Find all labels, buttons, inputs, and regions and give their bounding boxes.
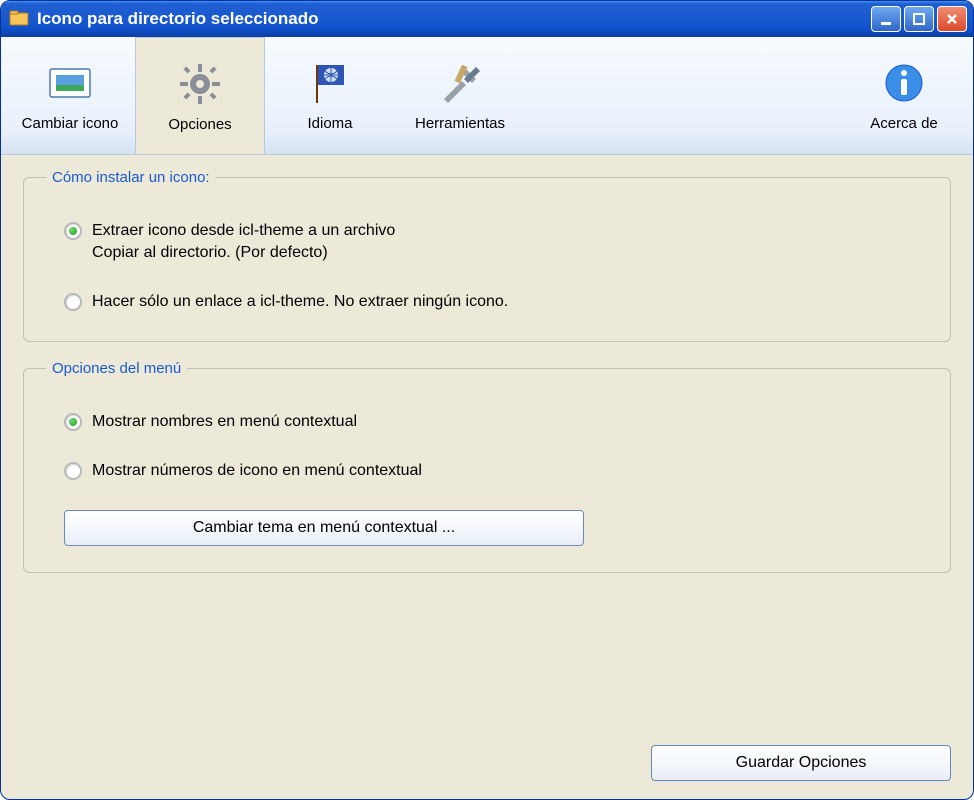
change-theme-button[interactable]: Cambiar tema en menú contextual ... [64,510,584,546]
application-window: Icono para directorio seleccionado Cambi… [0,0,974,800]
radio-icon [64,293,82,311]
footer: Guardar Opciones [1,745,973,799]
group-legend: Cómo instalar un icono: [46,169,216,186]
minimize-icon [879,12,893,26]
menu-options-group: Opciones del menú Mostrar nombres en men… [23,360,951,573]
app-icon [9,9,29,29]
radio-extract-option[interactable]: Extraer icono desde icl-theme a un archi… [64,220,928,263]
radio-show-numbers[interactable]: Mostrar números de icono en menú context… [64,460,928,482]
radio-label: Hacer sólo un enlace a icl-theme. No ext… [92,291,508,313]
save-options-button[interactable]: Guardar Opciones [651,745,951,781]
info-icon [880,59,928,107]
radio-label: Mostrar números de icono en menú context… [92,460,422,482]
tab-about[interactable]: Acerca de [839,37,969,154]
radio-icon [64,413,82,431]
flag-globe-icon [306,59,354,107]
radio-icon [64,462,82,480]
window-title: Icono para directorio seleccionado [37,9,871,29]
tab-language[interactable]: Idioma [265,37,395,154]
close-icon [945,12,959,26]
picture-icon [46,59,94,107]
install-icon-group: Cómo instalar un icono: Extraer icono de… [23,169,951,342]
radio-icon [64,222,82,240]
tab-change-icon[interactable]: Cambiar icono [5,37,135,154]
tools-icon [436,59,484,107]
titlebar: Icono para directorio seleccionado [1,1,973,37]
radio-show-names[interactable]: Mostrar nombres en menú contextual [64,411,928,433]
content-area: Cómo instalar un icono: Extraer icono de… [1,155,973,745]
gear-icon [176,60,224,108]
close-button[interactable] [937,6,967,32]
radio-link-option[interactable]: Hacer sólo un enlace a icl-theme. No ext… [64,291,928,313]
window-controls [871,6,967,32]
toolbar: Cambiar icono Opciones Idioma Herramient… [1,37,973,155]
radio-label: Mostrar nombres en menú contextual [92,411,357,433]
tab-label: Acerca de [870,115,938,132]
tab-tools[interactable]: Herramientas [395,37,525,154]
maximize-icon [912,12,926,26]
group-legend: Opciones del menú [46,360,187,377]
tab-label: Herramientas [415,115,505,132]
tab-label: Opciones [168,116,231,133]
toolbar-spacer [525,37,839,154]
minimize-button[interactable] [871,6,901,32]
tab-label: Cambiar icono [22,115,119,132]
tab-options[interactable]: Opciones [135,37,265,154]
tab-label: Idioma [307,115,352,132]
maximize-button[interactable] [904,6,934,32]
radio-label: Extraer icono desde icl-theme a un archi… [92,220,395,263]
